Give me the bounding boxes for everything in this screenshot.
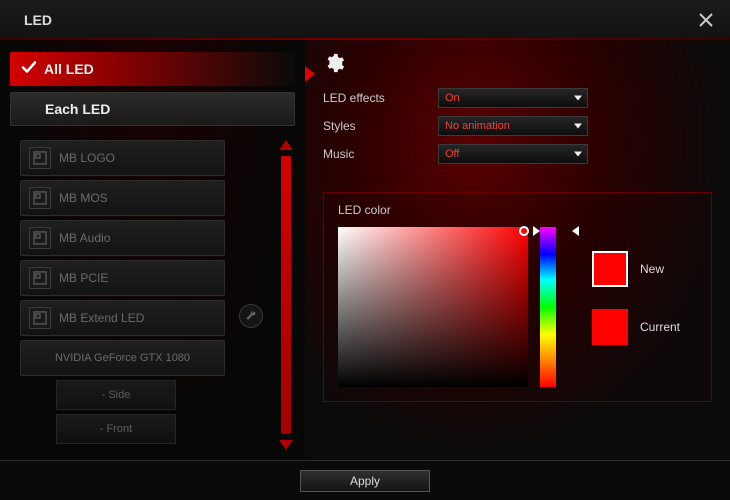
left-panel: All LED Each LED MB LOGO MB MOS	[0, 40, 305, 460]
motherboard-icon	[29, 227, 51, 249]
device-item-mb-mos[interactable]: MB MOS	[20, 180, 225, 216]
setting-label: Styles	[323, 119, 438, 133]
device-item-mb-pcie[interactable]: MB PCIE	[20, 260, 225, 296]
main-content: All LED Each LED MB LOGO MB MOS	[0, 40, 730, 460]
device-item-gpu[interactable]: NVIDIA GeForce GTX 1080	[20, 340, 225, 376]
swatch-current	[592, 309, 628, 345]
settings-heading-icon	[323, 52, 345, 74]
setting-led-effects: LED effects On	[323, 88, 712, 108]
device-sub-item-side[interactable]: - Side	[56, 380, 176, 410]
device-item-mb-logo[interactable]: MB LOGO	[20, 140, 225, 176]
led-color-panel: LED color New Current	[323, 192, 712, 402]
motherboard-icon	[29, 307, 51, 329]
tab-all-led[interactable]: All LED	[10, 52, 295, 86]
select-value: On	[445, 92, 460, 104]
device-scrollbar[interactable]	[277, 140, 295, 450]
configure-button[interactable]	[239, 304, 263, 328]
device-item-label: MB PCIE	[59, 271, 108, 285]
motherboard-icon	[29, 147, 51, 169]
check-icon	[20, 59, 38, 80]
swatch-new-label: New	[640, 262, 664, 276]
select-styles[interactable]: No animation	[438, 116, 588, 136]
tab-each-led[interactable]: Each LED	[10, 92, 295, 126]
close-icon	[698, 12, 714, 28]
hue-marker-right-icon	[572, 226, 579, 236]
wrench-icon	[245, 310, 257, 322]
gear-icon	[323, 52, 345, 74]
select-led-effects[interactable]: On	[438, 88, 588, 108]
setting-label: Music	[323, 147, 438, 161]
device-list: MB LOGO MB MOS MB Audio MB PCIE	[10, 140, 269, 444]
setting-music: Music Off	[323, 144, 712, 164]
scroll-track[interactable]	[281, 156, 291, 434]
swatch-new	[592, 251, 628, 287]
tab-each-led-label: Each LED	[45, 101, 110, 117]
device-item-label: MB LOGO	[59, 151, 115, 165]
hue-marker-left-icon	[533, 226, 540, 236]
device-sub-item-front[interactable]: - Front	[56, 414, 176, 444]
window-titlebar: LED	[0, 0, 730, 40]
motherboard-icon	[29, 267, 51, 289]
motherboard-icon	[29, 187, 51, 209]
select-value: No animation	[445, 120, 510, 132]
device-item-label: MB MOS	[59, 191, 108, 205]
scroll-up-icon[interactable]	[279, 140, 293, 150]
device-list-pane: MB LOGO MB MOS MB Audio MB PCIE	[10, 140, 295, 450]
apply-button-label: Apply	[350, 474, 380, 488]
hue-slider[interactable]	[540, 227, 556, 387]
footer: Apply	[0, 460, 730, 500]
window-close-button[interactable]	[694, 8, 718, 32]
led-color-title: LED color	[338, 203, 697, 217]
apply-button[interactable]: Apply	[300, 470, 430, 492]
window-title: LED	[24, 12, 52, 28]
scroll-down-icon[interactable]	[279, 440, 293, 450]
device-item-mb-extend-led[interactable]: MB Extend LED	[20, 300, 225, 336]
device-item-label: NVIDIA GeForce GTX 1080	[55, 352, 190, 364]
color-swatches: New Current	[592, 227, 680, 367]
swatch-current-label: Current	[640, 320, 680, 334]
device-item-label: MB Audio	[59, 231, 110, 245]
active-tab-arrow-icon	[305, 66, 315, 82]
setting-label: LED effects	[323, 91, 438, 105]
device-sub-item-label: - Front	[100, 423, 132, 435]
right-panel: LED effects On Styles No animation Music…	[305, 40, 730, 460]
device-item-label: MB Extend LED	[59, 311, 144, 325]
device-item-mb-audio[interactable]: MB Audio	[20, 220, 225, 256]
select-music[interactable]: Off	[438, 144, 588, 164]
setting-styles: Styles No animation	[323, 116, 712, 136]
device-sub-item-label: - Side	[102, 389, 131, 401]
sv-thumb-icon[interactable]	[519, 226, 529, 236]
select-value: Off	[445, 148, 459, 160]
saturation-value-picker[interactable]	[338, 227, 528, 387]
tab-all-led-label: All LED	[44, 61, 94, 77]
